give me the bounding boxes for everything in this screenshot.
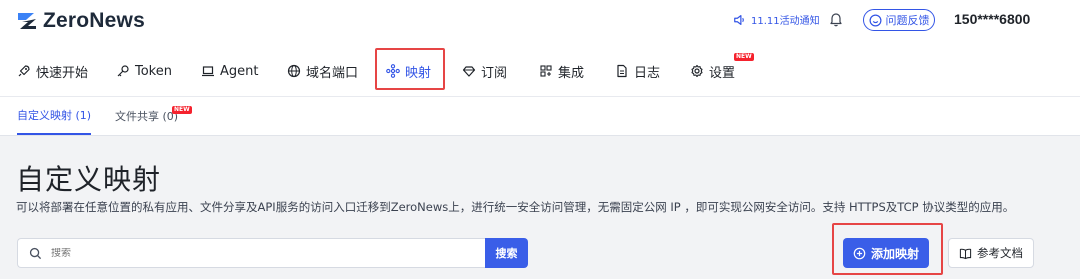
nav-item-integration[interactable]: 集成 bbox=[539, 56, 584, 86]
search-button[interactable]: 搜索 bbox=[485, 238, 528, 268]
nav-label: Agent bbox=[220, 63, 259, 79]
globe-icon bbox=[287, 64, 301, 78]
tab-label: 文件共享 (0) bbox=[115, 110, 179, 123]
file-icon bbox=[617, 64, 627, 78]
laptop-icon bbox=[202, 66, 214, 77]
nav-label: 设置 bbox=[709, 65, 736, 81]
user-account[interactable]: 150****6800 bbox=[954, 11, 1030, 27]
docs-label: 参考文档 bbox=[977, 246, 1023, 260]
nav-label: 快速开始 bbox=[36, 65, 89, 81]
nav-item-mapping[interactable]: 映射 bbox=[386, 56, 431, 86]
nav-item-agent[interactable]: Agent bbox=[201, 56, 258, 86]
activity-notice[interactable]: 11.11活动通知 bbox=[733, 12, 820, 27]
logo[interactable]: ZeroNews bbox=[16, 9, 145, 33]
nav-item-logs[interactable]: 日志 bbox=[615, 56, 660, 86]
tab-file-share[interactable]: 文件共享 (0) NEW bbox=[115, 97, 192, 135]
page-description: 可以将部署在任意位置的私有应用、文件分享及API服务的访问入口迁移到ZeroNe… bbox=[16, 200, 1015, 214]
sub-tabs: 自定义映射 (1) 文件共享 (0) NEW bbox=[0, 96, 1080, 136]
rocket-icon bbox=[18, 65, 30, 77]
nav-item-settings[interactable]: 设置 NEW bbox=[690, 53, 754, 86]
add-mapping-button[interactable]: 添加映射 bbox=[843, 238, 929, 268]
mapping-icon bbox=[386, 64, 400, 78]
search-icon bbox=[29, 247, 42, 259]
nav-item-subscription[interactable]: 订阅 bbox=[462, 56, 507, 86]
bell-icon[interactable] bbox=[829, 11, 843, 27]
main-nav: 快速开始 Token Agent 域名端口 映射 订阅 集成 日志 设置 NEW bbox=[0, 53, 1080, 86]
docs-button[interactable]: 参考文档 bbox=[948, 238, 1034, 268]
add-mapping-label: 添加映射 bbox=[870, 246, 919, 261]
plus-circle-icon bbox=[853, 247, 866, 259]
new-badge: NEW bbox=[172, 106, 192, 114]
book-icon bbox=[959, 248, 972, 259]
diamond-icon bbox=[462, 66, 476, 77]
nav-label: 日志 bbox=[634, 65, 661, 81]
tab-custom-mapping[interactable]: 自定义映射 (1) bbox=[17, 97, 92, 135]
tab-label: 自定义映射 (1) bbox=[17, 109, 92, 122]
notice-label: 11.11活动通知 bbox=[751, 16, 820, 27]
nav-label: 订阅 bbox=[481, 65, 508, 81]
nav-label: Token bbox=[135, 63, 172, 79]
nav-label: 映射 bbox=[405, 65, 432, 81]
search-input[interactable] bbox=[51, 247, 451, 259]
new-badge: NEW bbox=[734, 53, 754, 61]
nav-item-domain-port[interactable]: 域名端口 bbox=[287, 56, 358, 86]
feedback-button[interactable]: 问题反馈 bbox=[863, 9, 935, 31]
search-box bbox=[17, 238, 485, 268]
feedback-label: 问题反馈 bbox=[885, 14, 930, 27]
nav-label: 集成 bbox=[558, 65, 585, 81]
top-header: ZeroNews 11.11活动通知 问题反馈 150****6800 快速开始 bbox=[0, 0, 1080, 96]
nav-item-quick-start[interactable]: 快速开始 bbox=[17, 56, 88, 86]
gear-icon bbox=[691, 64, 703, 78]
logo-text: ZeroNews bbox=[43, 9, 145, 32]
nav-label: 域名端口 bbox=[306, 65, 359, 81]
grid-icon bbox=[540, 65, 552, 77]
nav-item-token[interactable]: Token bbox=[116, 56, 172, 86]
page-title: 自定义映射 bbox=[16, 163, 162, 196]
key-icon bbox=[117, 65, 129, 77]
zeronews-logo-icon bbox=[18, 13, 36, 29]
smile-icon bbox=[869, 14, 881, 26]
speaker-icon bbox=[734, 14, 744, 25]
